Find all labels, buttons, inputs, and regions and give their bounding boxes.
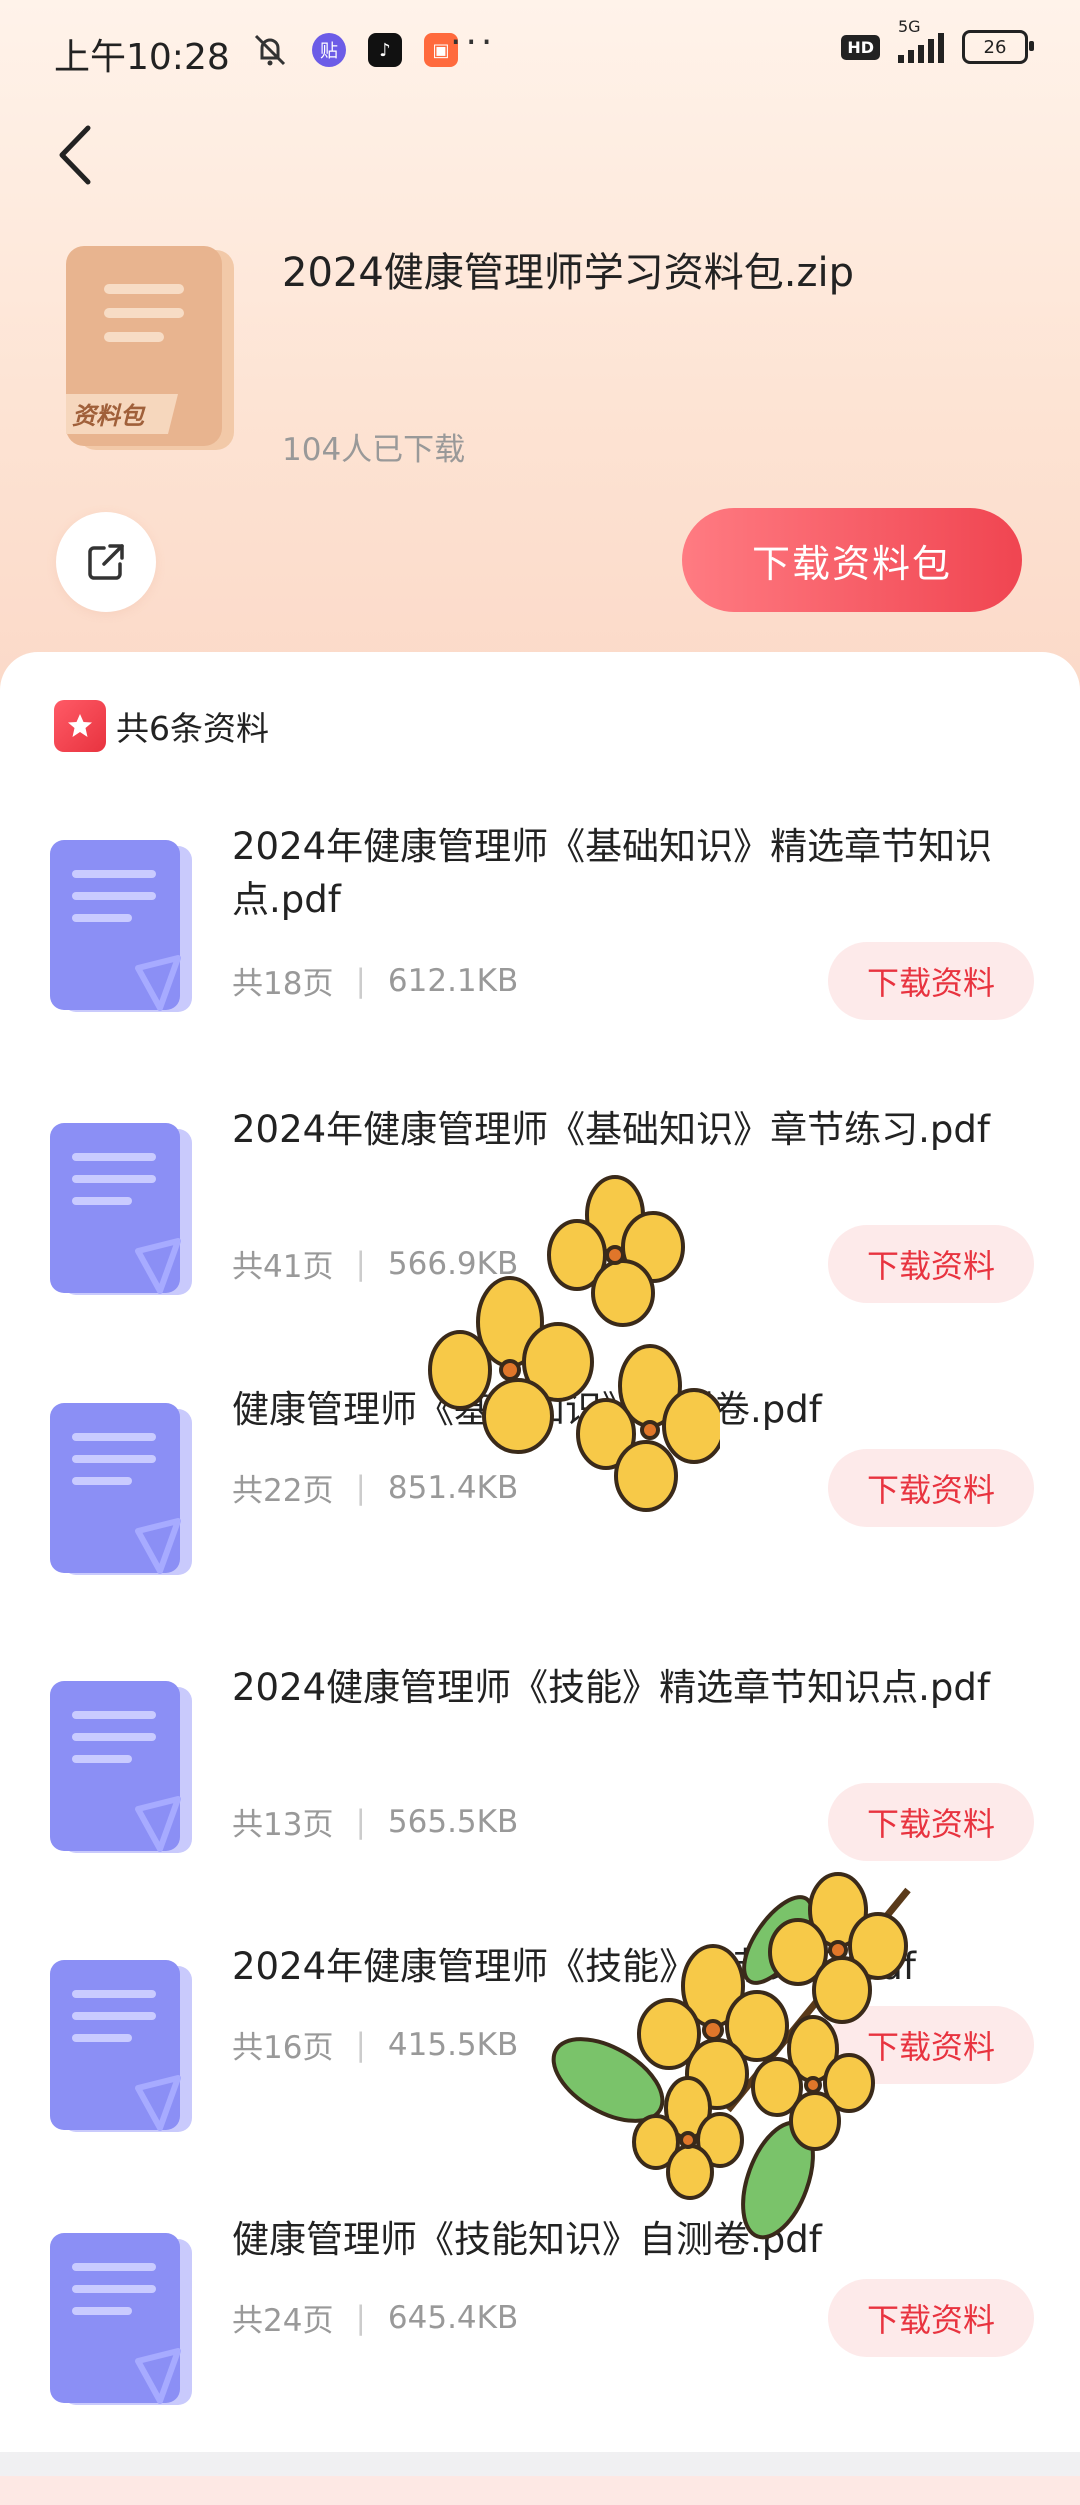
hd-icon: HD: [841, 34, 880, 60]
file-meta: 共13页 | 565.5KB: [232, 1799, 518, 1844]
file-name: 健康管理师《技能知识》自测卷.pdf: [232, 2218, 822, 2261]
file-page-count: 共16页: [232, 2030, 334, 2066]
meta-divider: |: [355, 1803, 366, 1840]
file-name: 2024年健康管理师《基础知识》精选章节知识点.pdf: [232, 825, 993, 921]
file-meta: 共18页 | 612.1KB: [232, 958, 518, 1003]
file-name: 2024年健康管理师《技能》章节练习.pdf: [232, 1945, 916, 1988]
tiktok-app-icon: ♪: [368, 33, 402, 67]
file-count-label: 共6条资料: [116, 709, 269, 748]
package-icon: 资料包: [66, 246, 238, 456]
download-file-button[interactable]: 下载资料: [828, 1449, 1034, 1527]
file-meta: 共24页 | 645.4KB: [232, 2295, 518, 2340]
download-file-button[interactable]: 下载资料: [828, 1225, 1034, 1303]
pdf-file-icon: [50, 2233, 196, 2411]
share-button[interactable]: [56, 512, 156, 612]
file-page-count: 共13页: [232, 1807, 334, 1843]
download-file-button[interactable]: 下载资料: [828, 2006, 1034, 2084]
file-meta: 共41页 | 566.9KB: [232, 1241, 518, 1286]
package-download-count: 104人已下载: [282, 432, 466, 468]
file-meta: 共16页 | 415.5KB: [232, 2022, 518, 2067]
pdf-file-icon: [50, 1960, 196, 2138]
pdf-file-icon: [50, 1403, 196, 1581]
bottom-bar: [0, 2452, 1080, 2505]
share-icon: [88, 544, 124, 580]
download-package-button[interactable]: 下载资料包: [682, 508, 1022, 612]
file-page-count: 共22页: [232, 1473, 334, 1509]
download-file-button[interactable]: 下载资料: [828, 2279, 1034, 2357]
download-file-button[interactable]: 下载资料: [828, 1783, 1034, 1861]
status-bar: 上午10:28 贴 ♪ ▣ ··· HD 5G 26: [0, 0, 1080, 100]
pdf-file-icon: [50, 1123, 196, 1301]
star-badge-icon: [54, 700, 106, 752]
signal-icon: 5G: [898, 17, 944, 63]
status-system-icons: HD 5G 26: [841, 17, 1034, 64]
tieba-app-icon: 贴: [312, 33, 346, 67]
file-page-count: 共18页: [232, 966, 334, 1002]
meta-divider: |: [355, 2026, 366, 2063]
meta-divider: |: [355, 1469, 366, 1506]
file-name: 健康管理师《基础知识》自测卷.pdf: [232, 1388, 822, 1431]
back-arrow-icon[interactable]: [50, 120, 100, 190]
download-file-button[interactable]: 下载资料: [828, 942, 1034, 1020]
file-page-count: 共41页: [232, 1249, 334, 1285]
file-size: 612.1KB: [387, 962, 519, 999]
package-icon-label: 资料包: [72, 402, 144, 430]
mute-bell-icon: [254, 34, 286, 66]
file-size: 851.4KB: [387, 1469, 519, 1506]
meta-divider: |: [355, 962, 366, 999]
pdf-file-icon: [50, 1681, 196, 1859]
status-time: 上午10:28: [54, 37, 230, 78]
meta-divider: |: [355, 1245, 366, 1282]
file-meta: 共22页 | 851.4KB: [232, 1465, 518, 1510]
file-name: 2024年健康管理师《基础知识》章节练习.pdf: [232, 1108, 990, 1151]
file-page-count: 共24页: [232, 2303, 334, 2339]
pdf-file-icon: [50, 840, 196, 1018]
file-size: 415.5KB: [387, 2026, 519, 2063]
file-name: 2024健康管理师《技能》精选章节知识点.pdf: [232, 1666, 990, 1709]
battery-icon: 26: [962, 30, 1034, 64]
file-count-row: 共6条资料: [54, 700, 269, 752]
more-notifications-icon: ···: [450, 22, 497, 63]
status-notification-icons: 贴 ♪ ▣: [250, 30, 458, 70]
file-size: 645.4KB: [387, 2299, 519, 2336]
file-size: 565.5KB: [387, 1803, 519, 1840]
file-size: 566.9KB: [387, 1245, 519, 1282]
package-title: 2024健康管理师学习资料包.zip: [282, 250, 855, 296]
meta-divider: |: [355, 2299, 366, 2336]
